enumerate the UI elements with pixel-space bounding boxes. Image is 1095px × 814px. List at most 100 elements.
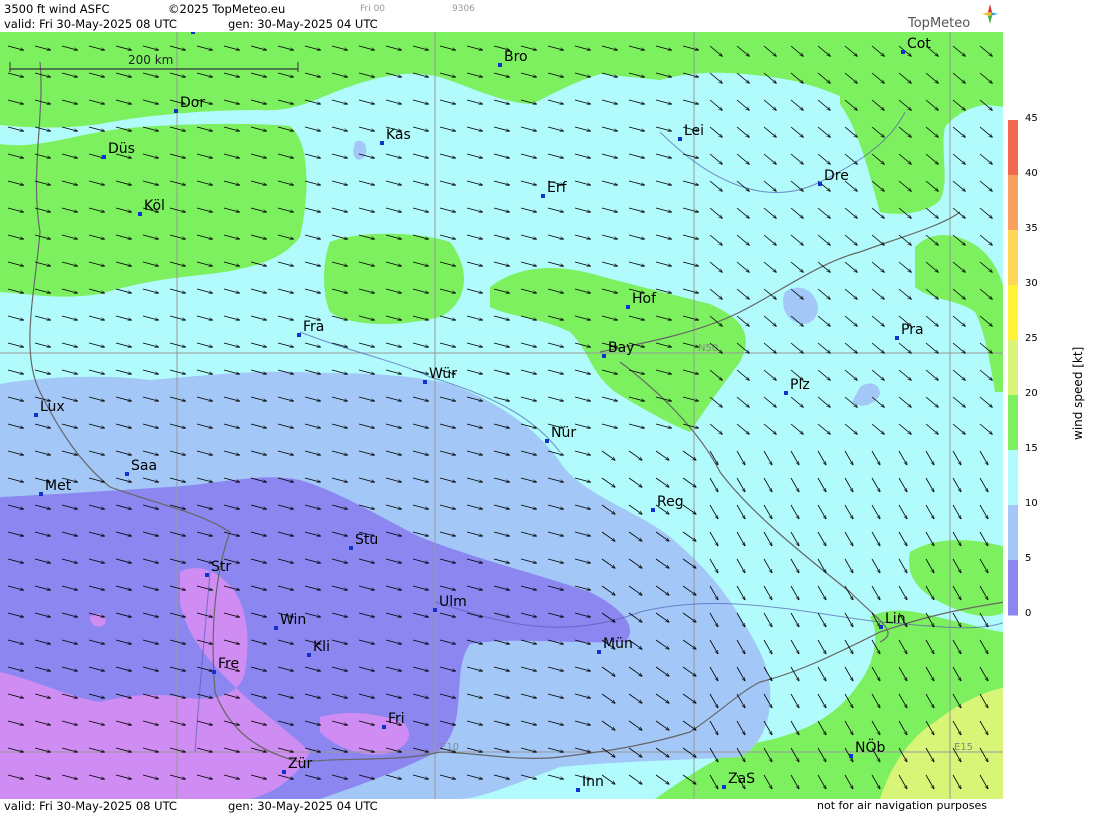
city-dot-zas <box>722 785 726 789</box>
legend-tick: 25 <box>1025 333 1038 344</box>
city-label-fri: Fri <box>388 711 405 727</box>
city-dot-köl <box>138 212 142 216</box>
city-label-cot: Cot <box>907 36 931 52</box>
legend-swatch <box>1008 505 1018 561</box>
city-label-köl: Köl <box>144 198 165 214</box>
city-label-dre: Dre <box>824 168 849 184</box>
city-dot-saa <box>125 472 129 476</box>
city-label-bro: Bro <box>504 49 528 65</box>
city-dot-mün <box>191 32 195 34</box>
gen-time: gen: 30-May-2025 04 UTC <box>228 17 378 31</box>
wind-map[interactable]: 200 km N50 E10 E15 Mün Bro Cot Dor Kas Lei Düs… <box>0 32 1005 799</box>
city-label-kli: Kli <box>313 639 330 655</box>
legend-tick: 0 <box>1025 608 1032 619</box>
legend-swatch <box>1008 285 1018 341</box>
city-label-stu: Stu <box>355 532 378 548</box>
city-dot-nöb <box>849 754 853 758</box>
city-dot-inn <box>576 788 580 792</box>
legend-color-bar <box>1008 120 1018 616</box>
city-dot-plz <box>784 391 788 395</box>
city-dot-str <box>205 573 209 577</box>
legend-swatch <box>1008 175 1018 231</box>
legend-tick: 15 <box>1025 443 1038 454</box>
legend-tick: 5 <box>1025 553 1032 564</box>
city-label-hof: Hof <box>632 291 657 307</box>
city-label-lux: Lux <box>40 399 65 415</box>
city-dot-dor <box>174 109 178 113</box>
n50-label: N50 <box>698 343 718 354</box>
legend-tick: 30 <box>1025 278 1038 289</box>
copyright: ©2025 TopMeteo.eu <box>168 2 286 16</box>
disclaimer: not for air navigation purposes <box>817 799 987 812</box>
city-dot-düs <box>102 155 106 159</box>
city-dot-mün2 <box>597 650 601 654</box>
city-label-kas: Kas <box>386 127 411 143</box>
city-label-pra: Pra <box>901 322 924 338</box>
scale-bar-label: 200 km <box>128 53 173 67</box>
city-label-reg: Reg <box>657 494 684 510</box>
e10-label: E10 <box>440 742 459 753</box>
city-dot-fri <box>382 725 386 729</box>
legend-swatch <box>1008 395 1018 451</box>
city-dot-cot <box>901 50 905 54</box>
city-dot-lin <box>879 625 883 629</box>
product-title: 3500 ft wind ASFC <box>4 2 110 16</box>
city-dot-met <box>39 492 43 496</box>
city-label-fre: Fre <box>218 656 239 672</box>
city-label-zas: ZaS <box>728 771 755 787</box>
city-dot-erf <box>541 194 545 198</box>
city-dot-kli <box>307 653 311 657</box>
city-dot-reg <box>651 508 655 512</box>
city-label-erf: Erf <box>547 180 568 196</box>
city-dot-hof <box>626 305 630 309</box>
city-dot-stu <box>349 546 353 550</box>
topmeteo-logo: TopMeteo <box>908 16 971 31</box>
city-label-bay: Bay <box>608 340 634 356</box>
e15-label: E15 <box>954 742 973 753</box>
legend-tick: 10 <box>1025 498 1038 509</box>
city-dot-fre <box>212 670 216 674</box>
city-label-nür: Nür <box>551 425 576 441</box>
city-label-lei: Lei <box>684 123 704 139</box>
city-dot-nür <box>545 439 549 443</box>
map-header: 3500 ft wind ASFC ©2025 TopMeteo.eu Fri … <box>0 0 1005 32</box>
city-dot-zür <box>282 770 286 774</box>
legend-tick: 45 <box>1025 113 1038 124</box>
valid-time: valid: Fri 30-May-2025 08 UTC <box>4 17 177 31</box>
city-dot-bay <box>602 354 606 358</box>
legend-tick: 20 <box>1025 388 1038 399</box>
run-code: 9306 <box>452 4 475 14</box>
legend-title: wind speed [kt] <box>1071 346 1085 440</box>
city-dot-pra <box>895 336 899 340</box>
city-dot-ulm <box>433 608 437 612</box>
legend-swatch <box>1008 560 1018 616</box>
city-dot-fra <box>297 333 301 337</box>
city-label-str: Str <box>211 559 231 575</box>
city-label-inn: Inn <box>582 774 604 790</box>
city-dot-lux <box>34 413 38 417</box>
run-label: Fri 00 <box>360 4 386 14</box>
city-dot-würz <box>423 380 427 384</box>
city-label-würz: Wür <box>429 366 457 382</box>
city-label-nöb: NÖb <box>855 738 885 756</box>
city-dot-dre <box>818 182 822 186</box>
city-label-dor: Dor <box>180 95 205 111</box>
legend-swatch <box>1008 450 1018 506</box>
compass-icon <box>982 4 998 24</box>
city-label-ulm: Ulm <box>439 594 467 610</box>
city-label-zür: Zür <box>288 756 312 772</box>
legend-swatch <box>1008 340 1018 396</box>
city-label-plz: Plz <box>790 377 810 393</box>
legend-swatch <box>1008 230 1018 286</box>
city-label-lin: Lin <box>885 611 906 627</box>
city-label-düs: Düs <box>108 141 135 157</box>
city-dot-bro <box>498 63 502 67</box>
legend-swatch <box>1008 120 1018 176</box>
city-dot-kas <box>380 141 384 145</box>
footer-valid-time: valid: Fri 30-May-2025 08 UTC <box>4 799 177 813</box>
city-dot-win <box>274 626 278 630</box>
city-label-met: Met <box>45 478 72 494</box>
map-footer: valid: Fri 30-May-2025 08 UTC gen: 30-Ma… <box>0 799 1005 814</box>
city-label-win: Win <box>280 612 306 628</box>
legend-tick: 35 <box>1025 223 1038 234</box>
